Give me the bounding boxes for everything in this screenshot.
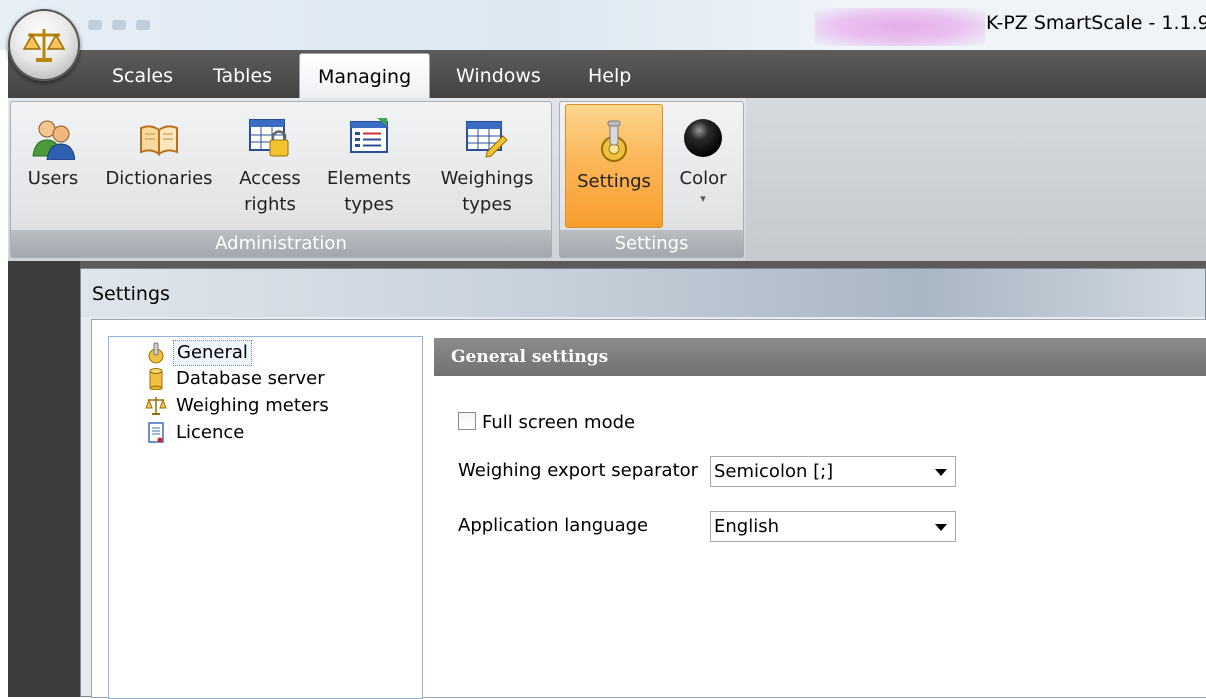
- chevron-down-icon: ▾: [700, 192, 706, 205]
- tab-help[interactable]: Help: [588, 65, 631, 87]
- black-sphere-icon: [681, 116, 725, 160]
- tree-item-general[interactable]: General: [145, 340, 252, 366]
- general-settings-header: General settings: [434, 338, 1206, 376]
- tree-item-licence-label: Licence: [176, 422, 245, 443]
- color-button[interactable]: Color ▾: [668, 102, 738, 206]
- access-rights-label-1: Access: [239, 168, 301, 189]
- access-rights-button[interactable]: Access rights: [233, 102, 307, 218]
- export-separator-select[interactable]: Semicolon [;]: [710, 456, 956, 487]
- ribbon-empty-area: [746, 98, 1206, 261]
- tree-item-licence[interactable]: Licence: [145, 421, 247, 447]
- ribbon-group-administration: Users Dictionaries Access rights Element…: [10, 101, 552, 258]
- title-bar: K-PZ SmartScale - 1.1.9.0: [0, 0, 1206, 50]
- tab-managing[interactable]: Managing: [299, 53, 431, 98]
- settings-tree: General Database server Weighing meters …: [108, 336, 423, 699]
- weighings-types-button[interactable]: Weighings types: [431, 102, 543, 218]
- scale-icon: [145, 395, 167, 417]
- weighings-types-label-1: Weighings: [440, 168, 534, 189]
- gear-icon: [145, 342, 167, 364]
- tab-scales[interactable]: Scales: [112, 65, 173, 87]
- settings-button[interactable]: Settings: [565, 104, 663, 228]
- scale-logo-icon: [22, 29, 66, 62]
- tree-item-database-server[interactable]: Database server: [145, 367, 328, 393]
- settings-gear-icon: [592, 119, 636, 163]
- elements-types-label-1: Elements: [327, 168, 411, 189]
- tree-item-weighing-meters-label: Weighing meters: [176, 395, 329, 416]
- settings-window: Settings General Database server Weighin…: [80, 268, 1206, 699]
- tree-item-general-label: General: [173, 340, 252, 366]
- grid-pencil-icon: [465, 116, 509, 160]
- settings-window-title: Settings: [92, 283, 170, 305]
- users-icon: [31, 116, 76, 161]
- list-icon: [347, 116, 391, 160]
- ribbon-group-label-administration: Administration: [11, 230, 551, 257]
- settings-window-titlebar[interactable]: Settings: [81, 269, 1205, 317]
- tree-item-database-server-label: Database server: [176, 368, 325, 389]
- settings-label: Settings: [577, 171, 651, 192]
- color-label: Color: [679, 168, 727, 189]
- settings-window-body: General Database server Weighing meters …: [91, 319, 1206, 699]
- ribbon-group-settings: Settings Color ▾ Settings: [559, 101, 744, 258]
- full-screen-label: Full screen mode: [482, 412, 636, 433]
- full-screen-checkbox[interactable]: Full screen mode: [458, 412, 635, 433]
- users-label: Users: [27, 168, 79, 189]
- menu-bar: Scales Tables Managing Windows Help: [8, 50, 1206, 98]
- licence-document-icon: [145, 422, 167, 444]
- application-language-value: English: [714, 516, 779, 537]
- ribbon-group-label-settings: Settings: [560, 230, 743, 257]
- elements-types-label-2: types: [344, 194, 394, 215]
- export-separator-value: Semicolon [;]: [714, 461, 834, 482]
- tab-windows[interactable]: Windows: [456, 65, 541, 87]
- application-language-select[interactable]: English: [710, 511, 956, 542]
- tab-tables[interactable]: Tables: [213, 65, 272, 87]
- window-title: K-PZ SmartScale - 1.1.9.0: [986, 12, 1206, 34]
- dictionaries-button[interactable]: Dictionaries: [103, 102, 215, 192]
- database-icon: [145, 368, 167, 391]
- tree-item-weighing-meters[interactable]: Weighing meters: [145, 394, 332, 420]
- book-icon: [137, 116, 181, 160]
- export-separator-label: Weighing export separator: [458, 460, 699, 481]
- chevron-down-icon[interactable]: [935, 524, 947, 531]
- chevron-down-icon[interactable]: [935, 469, 947, 476]
- grid-lock-icon: [248, 116, 292, 160]
- elements-types-button[interactable]: Elements types: [321, 102, 417, 218]
- app-menu-orb[interactable]: [8, 9, 80, 81]
- workspace-left-panel: [8, 261, 80, 697]
- dictionaries-label: Dictionaries: [105, 168, 213, 189]
- checkbox-box[interactable]: [458, 412, 476, 430]
- application-language-label: Application language: [458, 515, 649, 536]
- title-bar-glow: [815, 8, 985, 46]
- weighings-types-label-2: types: [462, 194, 512, 215]
- quick-access-toolbar[interactable]: [88, 14, 208, 32]
- access-rights-label-2: rights: [244, 194, 296, 215]
- users-button[interactable]: Users: [15, 102, 91, 192]
